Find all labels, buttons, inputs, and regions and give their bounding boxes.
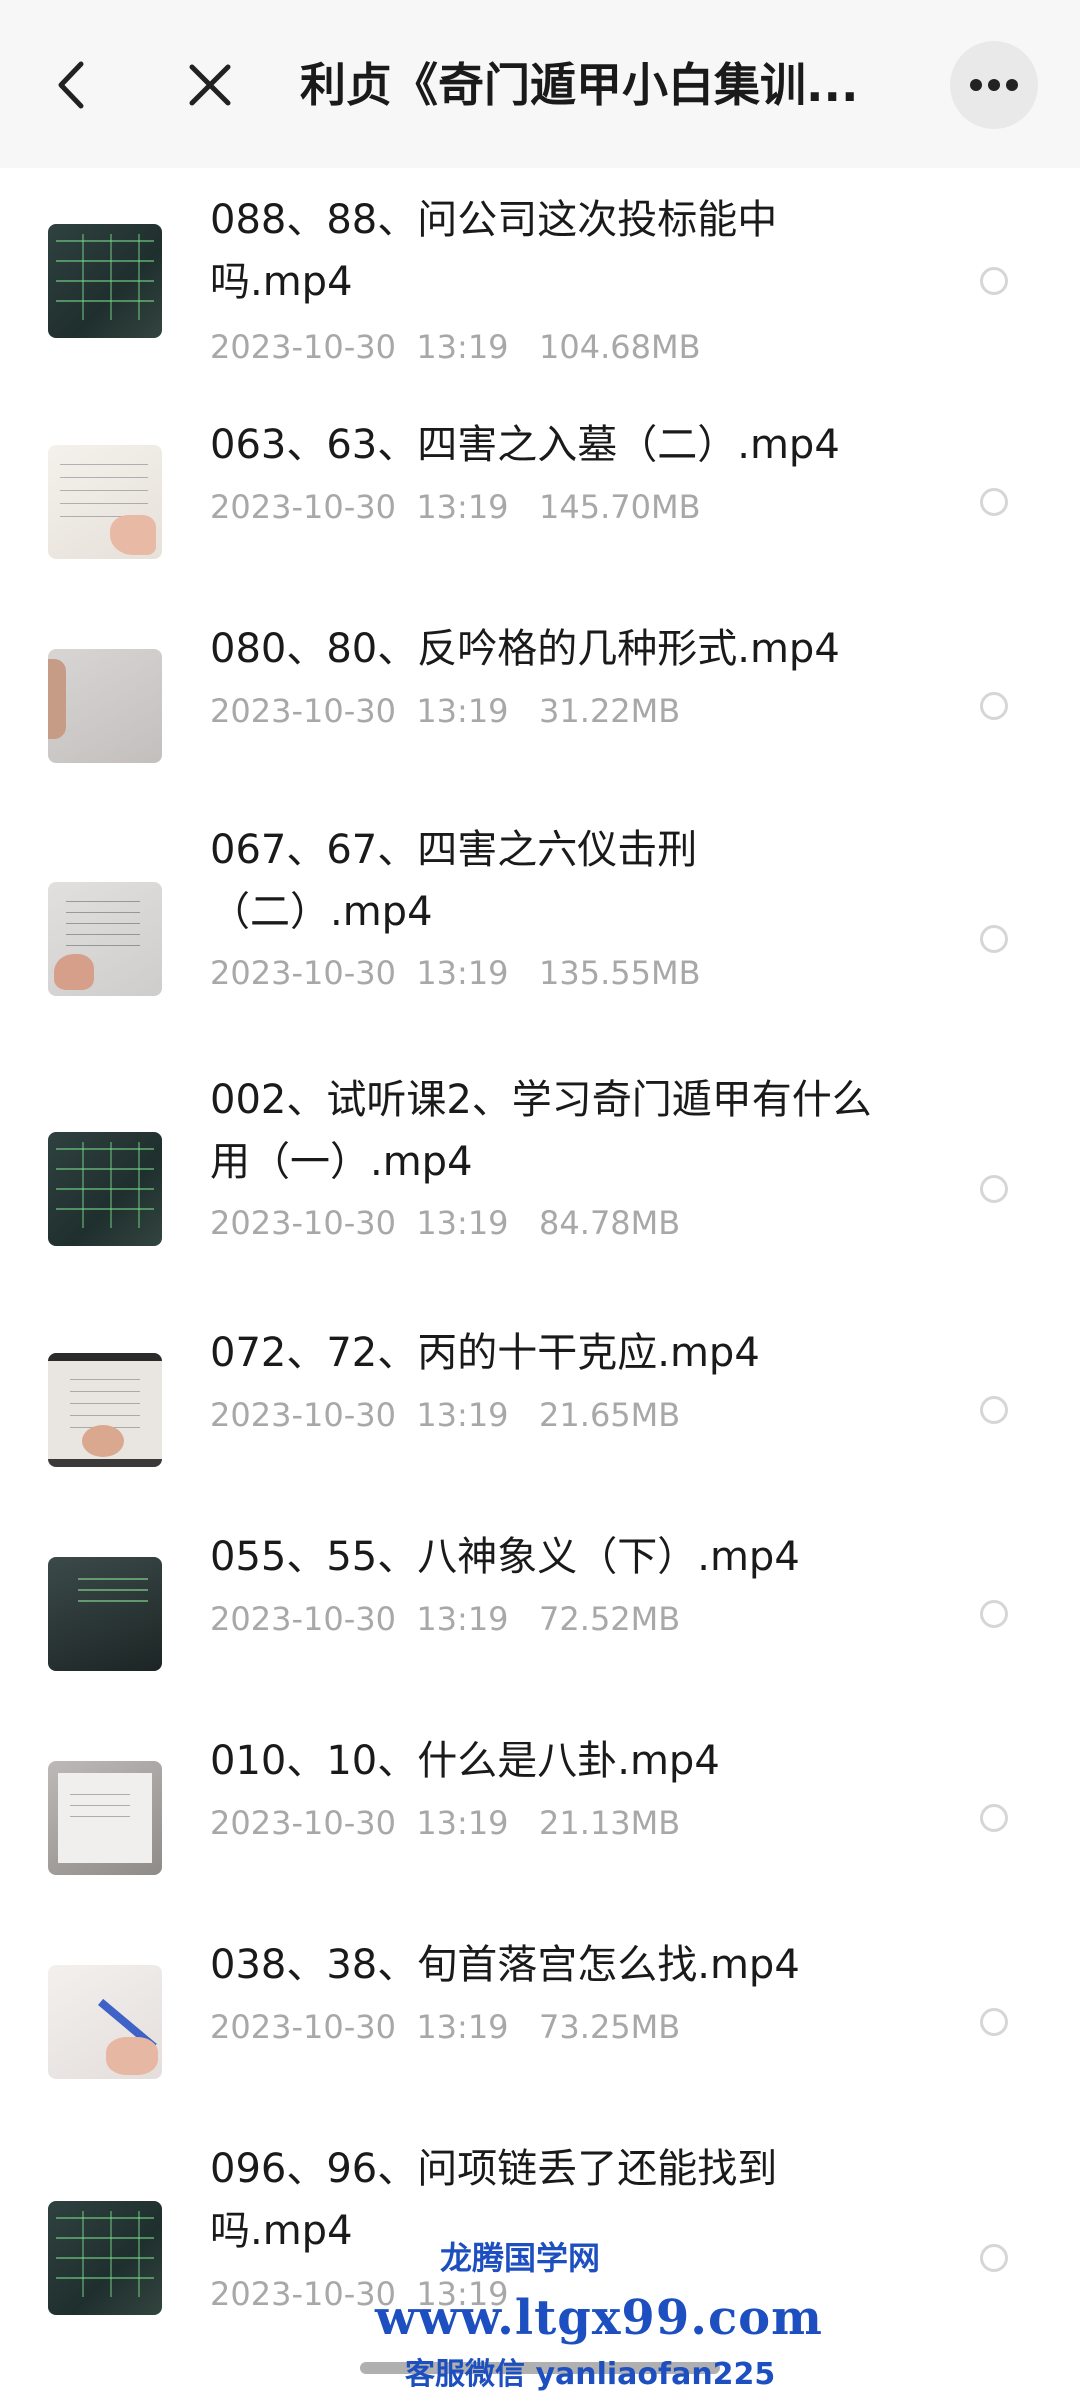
file-meta: 2023-10-30 13:19 84.78MB <box>210 1204 681 1242</box>
select-radio[interactable] <box>980 1396 1008 1424</box>
video-thumbnail <box>48 649 162 763</box>
file-name-line: 067、67、四害之六仪击刑 <box>210 827 698 873</box>
file-name-line: 088、88、问公司这次投标能中 <box>210 197 778 243</box>
watermark-contact: 客服微信 yanliaofan225 <box>405 2357 776 2392</box>
select-radio[interactable] <box>980 2008 1008 2036</box>
list-item[interactable]: 067、67、四害之六仪击刑 （二）.mp4 2023-10-30 13:19 … <box>0 796 1080 1046</box>
list-item[interactable]: 055、55、八神象义（下）.mp4 2023-10-30 13:19 72.5… <box>0 1500 1080 1704</box>
file-name-line: 吗.mp4 <box>210 259 353 305</box>
file-name-line: （二）.mp4 <box>210 889 433 935</box>
file-name: 002、试听课2、学习奇门遁甲有什么 用（一）.mp4 <box>210 1069 930 1193</box>
select-radio[interactable] <box>980 1175 1008 1203</box>
list-item[interactable]: 080、80、反吟格的几种形式.mp4 2023-10-30 13:19 31.… <box>0 592 1080 796</box>
list-item[interactable]: 088、88、问公司这次投标能中 吗.mp4 2023-10-30 13:19 … <box>0 168 1080 388</box>
video-thumbnail <box>48 224 162 338</box>
file-meta: 2023-10-30 13:19 21.65MB <box>210 1396 681 1434</box>
file-name-line: 用（一）.mp4 <box>210 1139 473 1185</box>
file-name-line: 010、10、什么是八卦.mp4 <box>210 1738 720 1784</box>
file-name: 038、38、旬首落宫怎么找.mp4 <box>210 1934 930 1996</box>
file-meta: 2023-10-30 13:19 104.68MB <box>210 328 701 366</box>
file-name: 063、63、四害之入墓（二）.mp4 <box>210 414 930 476</box>
file-name: 088、88、问公司这次投标能中 吗.mp4 <box>210 189 930 313</box>
close-button[interactable] <box>175 45 245 125</box>
file-name-line: 096、96、问项链丢了还能找到 <box>210 2146 778 2192</box>
file-meta: 2023-10-30 13:19 73.25MB <box>210 2008 681 2046</box>
video-thumbnail <box>48 2201 162 2315</box>
video-thumbnail <box>48 1353 162 1467</box>
list-item[interactable]: 038、38、旬首落宫怎么找.mp4 2023-10-30 13:19 73.2… <box>0 1908 1080 2112</box>
file-meta: 2023-10-30 13:19 72.52MB <box>210 1600 681 1638</box>
file-name: 067、67、四害之六仪击刑 （二）.mp4 <box>210 819 930 943</box>
select-radio[interactable] <box>980 2244 1008 2272</box>
select-radio[interactable] <box>980 267 1008 295</box>
video-thumbnail <box>48 1132 162 1246</box>
select-radio[interactable] <box>980 1804 1008 1832</box>
video-thumbnail <box>48 1965 162 2079</box>
file-name-line: 002、试听课2、学习奇门遁甲有什么 <box>210 1077 872 1123</box>
file-name: 072、72、丙的十干克应.mp4 <box>210 1322 930 1384</box>
close-icon <box>189 64 231 106</box>
file-name-line: 063、63、四害之入墓（二）.mp4 <box>210 422 840 468</box>
list-item[interactable]: 063、63、四害之入墓（二）.mp4 2023-10-30 13:19 145… <box>0 388 1080 592</box>
chevron-left-icon <box>58 61 84 109</box>
file-name-line: 080、80、反吟格的几种形式.mp4 <box>210 626 840 672</box>
list-item[interactable]: 002、试听课2、学习奇门遁甲有什么 用（一）.mp4 2023-10-30 1… <box>0 1046 1080 1296</box>
file-meta: 2023-10-30 13:19 135.55MB <box>210 954 701 992</box>
file-name: 010、10、什么是八卦.mp4 <box>210 1730 930 1792</box>
file-meta: 2023-10-30 13:19 21.13MB <box>210 1804 681 1842</box>
video-thumbnail <box>48 445 162 559</box>
select-radio[interactable] <box>980 1600 1008 1628</box>
more-button[interactable] <box>950 41 1038 129</box>
watermark-url: www.ltgx99.com <box>375 2290 823 2346</box>
file-name: 080、80、反吟格的几种形式.mp4 <box>210 618 930 680</box>
file-list: 088、88、问公司这次投标能中 吗.mp4 2023-10-30 13:19 … <box>0 168 1080 2333</box>
video-thumbnail <box>48 882 162 996</box>
file-meta: 2023-10-30 13:19 31.22MB <box>210 692 681 730</box>
select-radio[interactable] <box>980 692 1008 720</box>
back-button[interactable] <box>40 45 100 125</box>
video-thumbnail <box>48 1761 162 1875</box>
file-name: 055、55、八神象义（下）.mp4 <box>210 1526 930 1588</box>
select-radio[interactable] <box>980 925 1008 953</box>
select-radio[interactable] <box>980 488 1008 516</box>
file-name-line: 055、55、八神象义（下）.mp4 <box>210 1534 800 1580</box>
list-item[interactable]: 010、10、什么是八卦.mp4 2023-10-30 13:19 21.13M… <box>0 1704 1080 1908</box>
file-name-line: 072、72、丙的十干克应.mp4 <box>210 1330 760 1376</box>
top-bar: 利贞《奇门遁甲小白集训... <box>0 0 1080 168</box>
list-item[interactable]: 072、72、丙的十干克应.mp4 2023-10-30 13:19 21.65… <box>0 1296 1080 1500</box>
file-name-line: 038、38、旬首落宫怎么找.mp4 <box>210 1942 800 1988</box>
file-meta: 2023-10-30 13:19 145.70MB <box>210 488 701 526</box>
watermark-site-name: 龙腾国学网 <box>440 2239 601 2277</box>
video-thumbnail <box>48 1557 162 1671</box>
more-horizontal-icon <box>970 79 1018 91</box>
page-title: 利贞《奇门遁甲小白集训... <box>300 58 859 112</box>
